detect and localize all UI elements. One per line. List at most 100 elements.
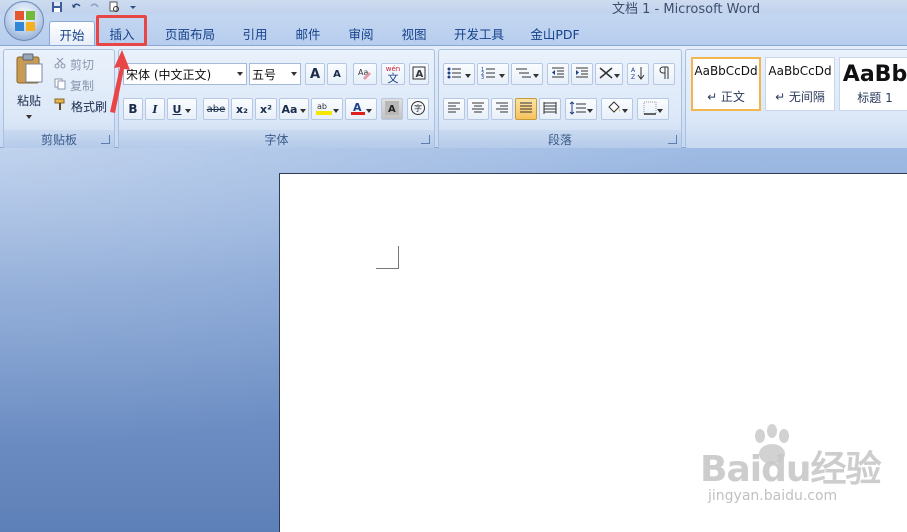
borders-button[interactable] (637, 98, 669, 120)
numbered-list-icon: 123 (481, 66, 499, 83)
page-margin-marker (376, 246, 399, 269)
office-button[interactable] (4, 1, 44, 41)
decrease-indent-button[interactable] (547, 63, 569, 85)
chevron-down-icon (622, 103, 628, 116)
annotation-arrow-icon (110, 50, 130, 113)
svg-text:A: A (631, 67, 636, 74)
asian-layout-button[interactable] (595, 63, 623, 85)
paint-bucket-icon (606, 100, 622, 118)
watermark-brand: Baidu经验 (700, 449, 881, 490)
underline-button[interactable]: U (167, 98, 197, 120)
font-dialog-launcher[interactable] (421, 135, 430, 144)
clipboard-dialog-launcher[interactable] (101, 135, 110, 144)
change-case-button[interactable]: Aa (279, 98, 309, 120)
cut-button[interactable]: 剪切 (54, 56, 94, 72)
style-heading-1[interactable]: AaBb 标题 1 (839, 57, 907, 111)
chevron-down-icon (533, 68, 539, 81)
underline-label: U (172, 102, 182, 116)
sort-button[interactable]: AZ (627, 63, 649, 85)
shrink-font-button[interactable]: A (327, 63, 347, 85)
character-shading-button[interactable]: A (381, 98, 403, 120)
grow-font-button[interactable]: A (305, 63, 325, 85)
print-preview-icon[interactable] (107, 1, 120, 13)
quick-access-toolbar (50, 0, 139, 13)
character-border-icon: A (412, 66, 426, 83)
subscript-label: x₂ (236, 102, 248, 116)
svg-text:3: 3 (481, 75, 484, 80)
tab-wps-pdf[interactable]: 金山PDF (524, 21, 586, 46)
chevron-down-icon (366, 103, 372, 116)
tab-mailings[interactable]: 邮件 (288, 21, 328, 46)
align-right-button[interactable] (491, 98, 513, 120)
clear-formatting-button[interactable]: Aa (353, 63, 377, 85)
office-logo-icon (14, 10, 36, 32)
svg-text:A: A (416, 69, 424, 80)
font-group-label: 字体 (119, 130, 434, 148)
align-center-button[interactable] (467, 98, 489, 120)
chevron-down-icon (657, 103, 663, 116)
superscript-button[interactable]: x² (255, 98, 277, 120)
undo-icon[interactable] (69, 1, 82, 13)
watermark: Baidu经验 jingyan.baidu.com (700, 424, 900, 520)
copy-icon (54, 78, 66, 93)
align-center-icon (471, 102, 485, 117)
justify-icon (519, 102, 533, 117)
chevron-down-icon (300, 103, 307, 116)
chevron-down-icon (499, 68, 505, 81)
tab-home[interactable]: 开始 (49, 21, 95, 46)
tab-review[interactable]: 审阅 (341, 21, 381, 46)
enclose-characters-button[interactable]: 字 (407, 98, 429, 120)
svg-text:A: A (388, 104, 396, 115)
paragraph-dialog-launcher[interactable] (668, 135, 677, 144)
tab-page-layout[interactable]: 页面布局 (158, 21, 222, 46)
shading-button[interactable] (601, 98, 633, 120)
superscript-label: x² (260, 102, 272, 116)
chevron-down-icon (291, 72, 297, 76)
paste-dropdown-icon (25, 109, 33, 123)
font-size-value: 五号 (252, 67, 277, 82)
strikethrough-button[interactable]: abe (203, 98, 229, 120)
font-color-icon: A (350, 100, 366, 119)
character-border-button[interactable]: A (409, 63, 429, 85)
redo-icon[interactable] (88, 1, 101, 13)
distributed-button[interactable] (539, 98, 561, 120)
style-heading-1-sample: AaBb (842, 62, 907, 87)
scissors-icon (54, 57, 66, 72)
font-size-select[interactable]: 五号 (249, 63, 301, 85)
distributed-icon (543, 101, 557, 117)
bullets-button[interactable] (443, 63, 475, 85)
subscript-button[interactable]: x₂ (231, 98, 253, 120)
font-name-select[interactable]: 宋体 (中文正文) (123, 63, 247, 85)
numbering-button[interactable]: 123 (477, 63, 509, 85)
chevron-down-icon (465, 68, 471, 81)
style-no-spacing[interactable]: AaBbCcDd ↵ 无间隔 (765, 57, 835, 111)
style-normal[interactable]: AaBbCcDd ↵ 正文 (691, 57, 761, 111)
svg-text:字: 字 (414, 103, 422, 113)
italic-button[interactable]: I (145, 98, 165, 120)
paste-button[interactable]: 粘贴 (8, 53, 50, 123)
phonetic-guide-button[interactable]: wén 文 (381, 63, 405, 85)
justify-button[interactable] (515, 98, 537, 120)
copy-button[interactable]: 复制 (54, 77, 94, 93)
change-case-label: Aa (281, 102, 298, 116)
align-left-button[interactable] (443, 98, 465, 120)
show-hide-marks-button[interactable] (653, 63, 675, 85)
paste-label: 粘贴 (16, 94, 41, 108)
style-heading-1-name: 标题 1 (857, 91, 893, 105)
watermark-url: jingyan.baidu.com (708, 488, 838, 504)
text-highlight-button[interactable]: ab (311, 98, 343, 120)
save-icon[interactable] (50, 1, 63, 13)
multilevel-list-button[interactable] (511, 63, 543, 85)
clipboard-group-label: 剪贴板 (4, 130, 114, 148)
qat-dropdown-icon[interactable] (126, 1, 139, 13)
tab-view[interactable]: 视图 (394, 21, 434, 46)
tab-references[interactable]: 引用 (235, 21, 275, 46)
cut-label: 剪切 (70, 57, 95, 72)
increase-indent-button[interactable] (571, 63, 593, 85)
line-spacing-button[interactable] (565, 98, 597, 120)
svg-text:ab: ab (317, 102, 327, 111)
line-spacing-icon (569, 100, 587, 118)
tab-developer[interactable]: 开发工具 (447, 21, 511, 46)
font-color-button[interactable]: A (345, 98, 377, 120)
chevron-down-icon (185, 103, 192, 116)
